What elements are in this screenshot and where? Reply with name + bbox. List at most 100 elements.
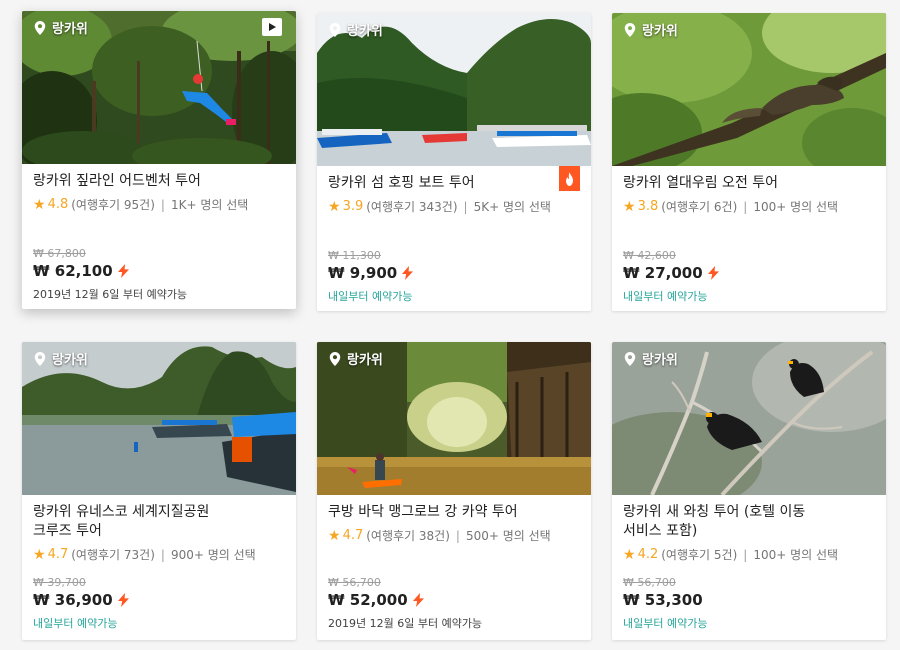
location-text: 랑카위	[642, 353, 678, 368]
review-count: (여행후기 38건)	[366, 529, 450, 543]
original-price: ₩ 39,700	[33, 576, 86, 589]
star-icon: ★	[328, 527, 341, 544]
location-label: 랑카위	[34, 18, 88, 37]
sale-price: ₩ 52,000	[328, 591, 408, 609]
rating-value: 3.8	[637, 199, 659, 214]
review-count: (여행후기 73건)	[71, 548, 155, 562]
card-title[interactable]: 랑카위 새 와칭 투어 (호텔 이동 서비스 포함)	[623, 503, 875, 541]
chosen-count: 1K+ 명의 선택	[170, 198, 249, 212]
review-count: (여행후기 5건)	[661, 548, 738, 562]
star-icon: ★	[33, 196, 46, 213]
rating-row: ★ 4.8 (여행후기 95건) | 1K+ 명의 선택	[33, 196, 285, 213]
location-pin-icon	[329, 352, 341, 366]
review-count: (여행후기 343건)	[366, 200, 458, 214]
product-card-zipline[interactable]: 랑카위 랑카위 짚라인 어드벤처 투어 ★ 4.8 (여행후기 95건) | 1…	[22, 11, 296, 309]
location-pin-icon	[624, 352, 636, 366]
lightning-icon	[402, 266, 413, 280]
chosen-count: 500+ 명의 선택	[465, 529, 551, 543]
location-pin-icon	[624, 23, 636, 37]
product-card-mangrove-kayak[interactable]: 랑카위 쿠방 바닥 맹그로브 강 카약 투어 ★ 4.7 (여행후기 38건) …	[317, 342, 591, 640]
hot-fire-icon	[559, 166, 580, 191]
location-text: 랑카위	[347, 353, 383, 368]
sale-price: ₩ 62,100	[33, 262, 113, 280]
location-label: 랑카위	[329, 20, 383, 39]
original-price: ₩ 42,600	[623, 249, 676, 262]
product-card-rainforest[interactable]: 랑카위 랑카위 열대우림 오전 투어 ★ 3.8 (여행후기 6건) | 100…	[612, 13, 886, 311]
divider: |	[463, 199, 468, 214]
card-thumbnail[interactable]: 랑카위	[612, 13, 886, 166]
rating-row: ★ 4.7 (여행후기 38건) | 500+ 명의 선택	[328, 527, 580, 544]
availability-text: 내일부터 예약가능	[328, 290, 413, 303]
card-title[interactable]: 랑카위 열대우림 오전 투어	[623, 174, 875, 193]
card-thumbnail[interactable]: 랑카위	[22, 342, 296, 495]
availability-text: 내일부터 예약가능	[623, 290, 708, 303]
card-thumbnail[interactable]: 랑카위	[612, 342, 886, 495]
lightning-icon	[708, 266, 719, 280]
divider: |	[160, 547, 165, 562]
divider: |	[455, 528, 460, 543]
rating-row: ★ 4.7 (여행후기 73건) | 900+ 명의 선택	[33, 546, 285, 563]
rating-row: ★ 3.9 (여행후기 343건) | 5K+ 명의 선택	[328, 198, 580, 215]
card-thumbnail[interactable]: 랑카위	[22, 11, 296, 164]
location-text: 랑카위	[52, 22, 88, 37]
location-label: 랑카위	[329, 349, 383, 368]
location-text: 랑카위	[642, 24, 678, 39]
location-label: 랑카위	[624, 349, 678, 368]
card-title-line: 서비스 포함)	[623, 523, 698, 539]
original-price: ₩ 56,700	[328, 576, 381, 589]
chosen-count: 900+ 명의 선택	[170, 548, 256, 562]
lightning-icon	[118, 264, 129, 278]
location-text: 랑카위	[347, 24, 383, 39]
card-title-line: 랑카위 유네스코 세계지질공원	[33, 504, 210, 520]
sale-price: ₩ 9,900	[328, 264, 398, 282]
chosen-count: 100+ 명의 선택	[753, 200, 839, 214]
card-title-line: 크루즈 투어	[33, 523, 102, 539]
location-pin-icon	[34, 21, 46, 35]
original-price: ₩ 56,700	[623, 576, 676, 589]
chosen-count: 5K+ 명의 선택	[473, 200, 551, 214]
rating-value: 4.7	[47, 547, 69, 562]
card-thumbnail[interactable]: 랑카위	[317, 13, 591, 166]
rating-value: 4.8	[47, 197, 69, 212]
availability-text: 내일부터 예약가능	[623, 617, 708, 630]
review-count: (여행후기 6건)	[661, 200, 738, 214]
location-label: 랑카위	[624, 20, 678, 39]
card-title[interactable]: 쿠방 바닥 맹그로브 강 카약 투어	[328, 503, 580, 522]
card-title[interactable]: 랑카위 섬 호핑 보트 투어	[328, 174, 580, 193]
card-thumbnail[interactable]: 랑카위	[317, 342, 591, 495]
card-title-line: 랑카위 새 와칭 투어 (호텔 이동	[623, 504, 806, 520]
rating-row: ★ 3.8 (여행후기 6건) | 100+ 명의 선택	[623, 198, 875, 215]
review-count: (여행후기 95건)	[71, 198, 155, 212]
availability-text: 2019년 12월 6일 부터 예약가능	[328, 617, 483, 630]
star-icon: ★	[33, 546, 46, 563]
original-price: ₩ 67,800	[33, 247, 86, 260]
location-pin-icon	[329, 23, 341, 37]
product-card-bird-watching[interactable]: 랑카위 랑카위 새 와칭 투어 (호텔 이동 서비스 포함) ★ 4.2 (여행…	[612, 342, 886, 640]
availability-text: 내일부터 예약가능	[33, 617, 118, 630]
card-title[interactable]: 랑카위 유네스코 세계지질공원 크루즈 투어	[33, 503, 285, 541]
star-icon: ★	[623, 546, 636, 563]
product-card-island-hopping[interactable]: 랑카위 랑카위 섬 호핑 보트 투어 ★ 3.9 (여행후기 343건) | 5…	[317, 13, 591, 311]
original-price: ₩ 11,300	[328, 249, 381, 262]
chosen-count: 100+ 명의 선택	[753, 548, 839, 562]
availability-text: 2019년 12월 6일 부터 예약가능	[33, 288, 188, 301]
star-icon: ★	[623, 198, 636, 215]
rating-value: 4.7	[342, 528, 364, 543]
product-card-geopark-cruise[interactable]: 랑카위 랑카위 유네스코 세계지질공원 크루즈 투어 ★ 4.7 (여행후기 7…	[22, 342, 296, 640]
lightning-icon	[413, 593, 424, 607]
lightning-icon	[118, 593, 129, 607]
card-title[interactable]: 랑카위 짚라인 어드벤처 투어	[33, 172, 285, 191]
sale-price: ₩ 27,000	[623, 264, 703, 282]
divider: |	[743, 199, 748, 214]
location-pin-icon	[34, 352, 46, 366]
location-text: 랑카위	[52, 353, 88, 368]
sale-price: ₩ 36,900	[33, 591, 113, 609]
sale-price: ₩ 53,300	[623, 591, 703, 609]
divider: |	[160, 197, 165, 212]
rating-value: 3.9	[342, 199, 364, 214]
rating-value: 4.2	[637, 547, 659, 562]
divider: |	[743, 547, 748, 562]
location-label: 랑카위	[34, 349, 88, 368]
rating-row: ★ 4.2 (여행후기 5건) | 100+ 명의 선택	[623, 546, 875, 563]
play-video-icon[interactable]	[262, 18, 282, 36]
